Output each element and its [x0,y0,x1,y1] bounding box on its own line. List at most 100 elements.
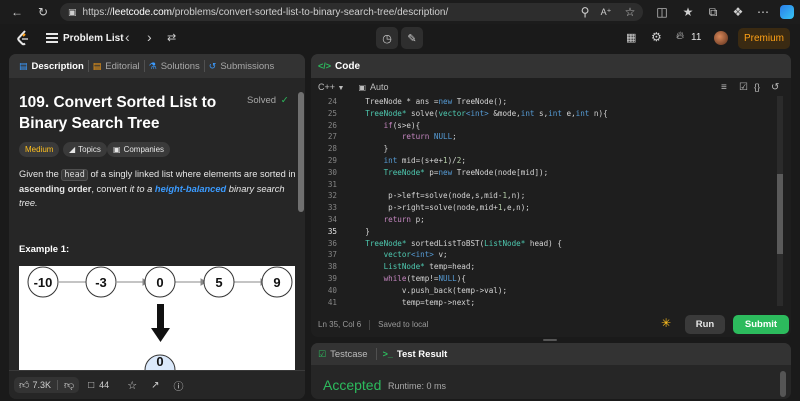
timer-icon[interactable]: ◷ [376,27,398,49]
code-token: ,e,n); [502,203,530,213]
premium-button[interactable]: Premium [738,28,790,49]
code-token: v; [433,250,448,260]
reset-code-icon[interactable]: ↺ [771,82,779,93]
line-number: 27 [327,132,337,142]
favorites-list-icon[interactable]: ★ [678,2,698,22]
copilot-icon[interactable] [780,5,794,19]
code-token: p->right=solve(node,mid+ [347,203,498,213]
code-token: )/ [447,155,457,165]
description-tabs: ▤ Description ▤ Editorial ⚗ Solutions ↺ … [9,54,305,78]
zoom-icon[interactable]: ⚲ [575,2,595,22]
solutions-icon: ⚗ [148,60,157,71]
tab-solutions[interactable]: ⚗ Solutions [145,54,204,78]
leetcode-logo-icon[interactable] [16,30,30,47]
code-line: } [347,143,787,155]
line-number: 33 [327,203,337,213]
list-node-label: -3 [95,275,107,290]
language-select[interactable]: C++ ▼ [318,82,344,92]
editorial-icon: ▤ [92,60,102,71]
next-problem-icon[interactable]: › [147,29,152,45]
code-token: if [347,120,393,130]
auto-mode[interactable]: Auto [370,82,389,92]
share-icon[interactable]: ↗ [151,380,159,391]
code-token: <int> [411,250,434,260]
prev-problem-icon[interactable]: ‹ [125,29,130,45]
tab-submissions[interactable]: ↺ Submissions [205,54,278,78]
status-divider [369,319,371,330]
read-aloud-icon[interactable]: A⁺ [596,2,616,22]
tab-editorial[interactable]: ▤ Editorial [89,54,144,78]
code-token: n){ [589,108,608,118]
notes-icon[interactable]: ✎ [401,27,423,49]
result-panel: ☑ Testcase >_ Test Result Accepted Runti… [311,343,791,399]
line-number: 32 [327,191,337,201]
code-token: e, [561,108,576,118]
run-button[interactable]: Run [685,315,725,334]
code-token: p= [424,167,439,177]
split-screen-icon[interactable]: ◫ [652,2,672,22]
problem-list-icon[interactable] [46,33,58,43]
braces-icon[interactable]: {} [754,82,760,92]
code-panel: </> Code C++ ▼ ▣ Auto ≡ ☑ {} ↺ 24 25 26 27 2… [311,54,791,337]
back-arrow-icon[interactable]: ← [7,2,27,22]
desc-bold: ascending order [19,184,92,194]
code-token: new [438,167,453,177]
collections-icon[interactable]: ⧉ [703,2,723,22]
difficulty-badge[interactable]: Medium [19,142,60,157]
check-circle-icon: ✓ [280,95,289,106]
description-scrollbar[interactable] [298,92,304,212]
code-brackets-icon: </> [318,61,332,71]
address-bar[interactable]: ▣ https://leetcode.com/problems/convert-… [60,3,643,21]
result-scrollbar[interactable] [780,371,786,397]
line-number: 28 [327,144,337,154]
tab-description[interactable]: ▤ Description [15,54,88,78]
reload-icon[interactable]: ↻ [33,2,53,22]
tab-test-result[interactable]: Test Result [397,349,448,360]
code-token: temp=head; [424,262,476,272]
panel-resize-handle[interactable] [543,339,557,341]
random-problem-icon[interactable]: ⇄ [167,31,176,44]
bookmark-icon[interactable]: ☑ [739,82,748,93]
line-number: 37 [327,250,337,260]
height-balanced-link[interactable]: height-balanced [155,184,226,194]
more-icon[interactable]: ⋯ [753,2,773,22]
code-token: TreeNode(node[mid]); [452,167,549,177]
list-node-label: 9 [273,275,280,290]
editor-scrollbar-thumb[interactable] [777,174,783,254]
companies-tag[interactable]: ▣ Companies [107,142,171,157]
settings-gear-icon[interactable]: ⚙ [651,30,662,44]
avatar[interactable] [714,31,728,45]
code-token: ListNode* [484,238,526,248]
extensions-icon[interactable]: ❖ [728,2,748,22]
submit-button[interactable]: Submit [733,315,789,334]
code-token: vector [347,250,412,260]
favorite-star-icon[interactable]: ☆ [620,2,640,22]
code-token: return [347,214,412,224]
format-lines-icon[interactable]: ≡ [721,82,727,93]
debugger-icon[interactable]: ✳ [661,316,671,330]
desc-text: of a singly linked list where elements a… [87,169,296,179]
topics-tag[interactable]: ◢ Topics [63,142,107,157]
streak-flame-icon[interactable]: 🔥︎ [676,30,684,43]
code-token: vector [438,108,466,118]
runtime-text: Runtime: 0 ms [388,381,447,391]
code-token: TreeNode* [347,167,425,177]
layout-grid-icon[interactable]: ▦ [626,31,636,44]
url-path: /problems/convert-sorted-list-to-binary-… [172,6,449,18]
favorite-star-icon[interactable]: ☆ [127,379,137,392]
comments-button[interactable]: □ 44 [88,380,109,391]
code-line: TreeNode * ans =new TreeNode(); [347,96,787,108]
code-editor[interactable]: TreeNode * ans =new TreeNode(); TreeNode… [347,96,787,307]
tab-testcase[interactable]: Testcase [330,349,368,360]
line-number: 38 [327,262,337,272]
description-panel: ▤ Description ▤ Editorial ⚗ Solutions ↺ … [9,54,305,399]
checkbox-icon: ☑ [318,348,327,359]
problem-list-link[interactable]: Problem List [63,33,124,44]
inline-code: head [61,169,88,181]
code-token: ,n); [507,191,526,201]
code-line: return p; [347,214,787,226]
like-button[interactable]: 👍︎ 7.3K 👎︎ [14,377,80,393]
help-icon[interactable]: ⓘ [173,378,183,393]
code-line: int mid=(s+e+1)/2; [347,155,787,167]
